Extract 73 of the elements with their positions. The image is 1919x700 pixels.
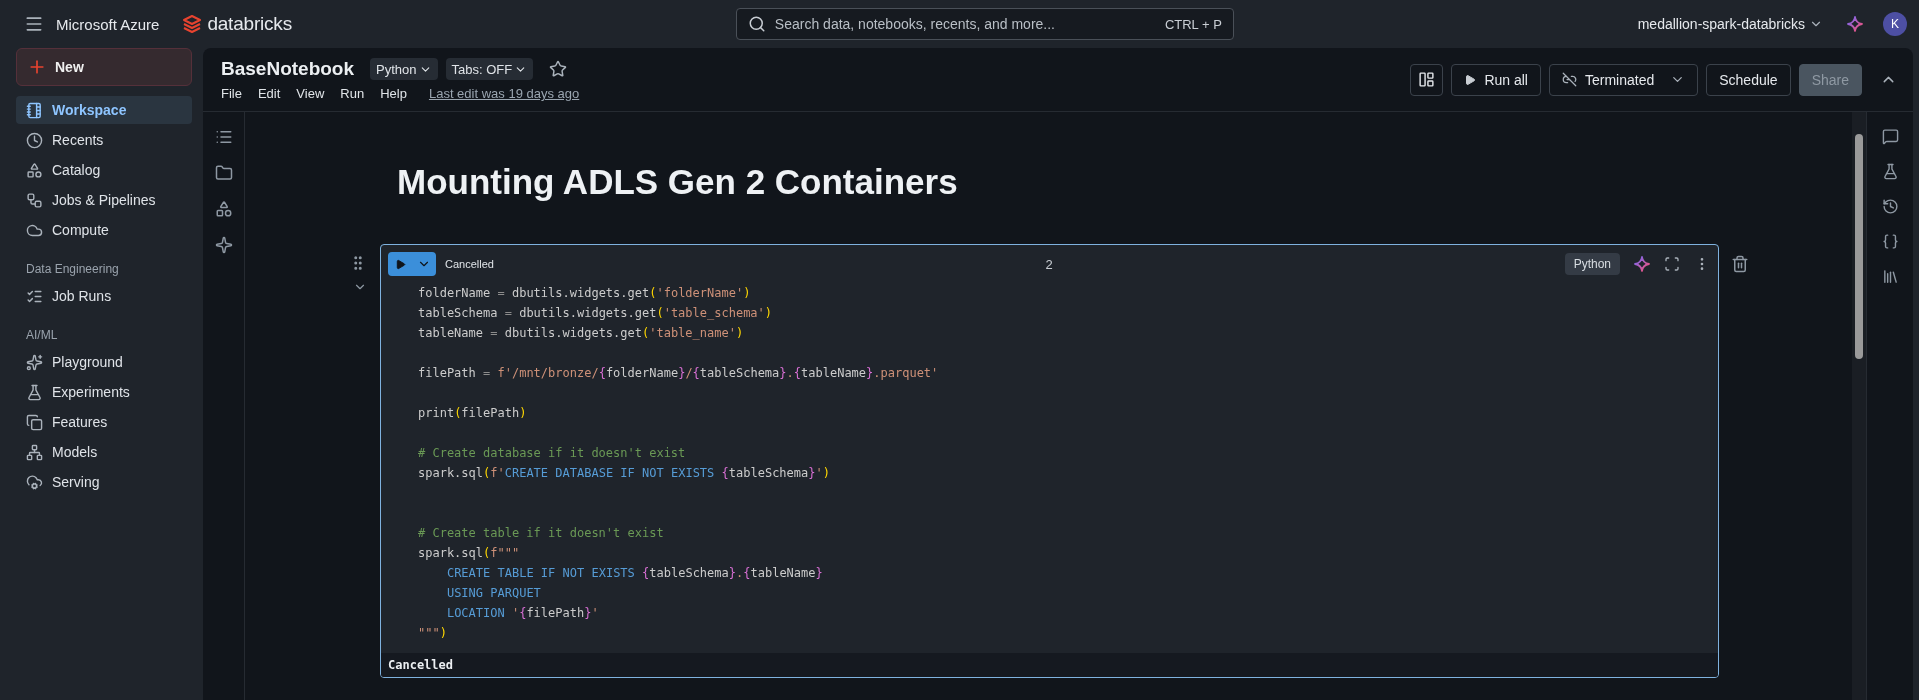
notebook-title[interactable]: BaseNotebook	[221, 58, 355, 80]
workspace-selector[interactable]: medallion-spark-databricks	[1637, 16, 1823, 32]
cell-status: Cancelled	[445, 258, 494, 270]
expand-icon[interactable]	[1664, 256, 1680, 272]
cell-output: Cancelled	[381, 653, 1718, 677]
schedule-button[interactable]: Schedule	[1706, 63, 1791, 96]
cell-language-button[interactable]: Python	[1564, 253, 1620, 275]
run-options-button[interactable]	[412, 252, 436, 276]
play-icon	[394, 258, 406, 270]
code-text[interactable]: folderName = dbutils.widgets.get('folderName') tableSchema = dbutils.widgets.get('table_schema') tableName = dbutils.widgets.get('table_name') filePath = f'/mnt/bronze/{folderName}/{tableSchema}.{tableName}.parquet' print(filePath) # Create database if it doesn't exist spark.sql(f'CREATE DATABASE IF NOT EXISTS {tableSchema}') # Create table if it doesn't exist spark.sql(f""" CREATE TABLE IF NOT EXISTS {tableSchema}.{tableName} USING PARQUET LOCATION '{filePath}' """)	[381, 283, 1718, 653]
tabs-selector[interactable]: Tabs: OFF	[445, 58, 534, 80]
last-edit-link[interactable]: Last edit was 19 days ago	[428, 86, 580, 101]
delete-icon[interactable]	[1731, 255, 1749, 273]
sidebar-item[interactable]: Jobs & Pipelines	[16, 186, 192, 214]
library-icon[interactable]	[1881, 268, 1899, 285]
shapes-icon	[26, 161, 43, 179]
flask-icon	[26, 383, 43, 401]
user-avatar[interactable]: K	[1883, 12, 1907, 36]
language-selector[interactable]: Python	[370, 58, 438, 80]
cell-number: 2	[1045, 256, 1053, 272]
sidebar-item[interactable]: Compute	[16, 216, 192, 244]
menu-item[interactable]: Run	[340, 86, 365, 101]
menu-item[interactable]: View	[296, 86, 325, 101]
product-name: Microsoft Azure	[56, 15, 160, 33]
run-all-button[interactable]: Run all	[1451, 63, 1541, 96]
sidebar-item[interactable]: Workspace	[16, 96, 192, 124]
favorite-button[interactable]	[549, 60, 568, 78]
sidebar-item[interactable]: Models	[16, 438, 192, 466]
run-cell-button[interactable]	[388, 252, 412, 276]
flask-icon[interactable]	[1881, 163, 1899, 180]
history-icon[interactable]	[1881, 198, 1899, 215]
layout-icon	[1418, 71, 1436, 88]
sidebar-item[interactable]: Experiments	[16, 378, 192, 406]
sidebar-item[interactable]: Features	[16, 408, 192, 436]
menu-item[interactable]: Help	[380, 86, 407, 101]
assistant-sparkle-icon[interactable]	[1847, 16, 1863, 32]
search-icon	[747, 15, 766, 33]
braces-icon[interactable]	[1881, 233, 1899, 250]
menu-icon	[24, 14, 44, 34]
notebook-icon	[26, 101, 43, 119]
section-heading: Data Engineering	[26, 262, 120, 276]
sidebar-item[interactable]: Playground	[16, 348, 192, 376]
network-icon	[26, 443, 43, 461]
play-icon	[1464, 73, 1477, 86]
layout-button[interactable]	[1410, 63, 1444, 96]
shapes-icon[interactable]	[214, 200, 233, 218]
unlink-icon	[1562, 72, 1577, 87]
menu-button[interactable]	[24, 14, 44, 34]
clock-icon	[26, 131, 43, 149]
sidebar-item[interactable]: Serving	[16, 468, 192, 496]
section-heading: AI/ML	[26, 328, 59, 342]
layers-logo-icon	[183, 14, 202, 34]
sparkles-icon	[26, 353, 43, 371]
brand-name: databricks	[207, 13, 292, 35]
sidebar-item[interactable]: Recents	[16, 126, 192, 154]
menu-item[interactable]: File	[221, 86, 242, 101]
scrollbar-thumb[interactable]	[1855, 134, 1863, 359]
star-icon	[549, 60, 568, 78]
sidebar-item[interactable]: Catalog	[16, 156, 192, 184]
cell-assistant-sparkle-icon[interactable]	[1634, 256, 1650, 272]
sidebar-item[interactable]: Job Runs	[16, 282, 192, 310]
comment-icon[interactable]	[1881, 128, 1899, 145]
notebook-heading: Mounting ADLS Gen 2 Containers	[397, 162, 959, 202]
list-icon[interactable]	[214, 128, 233, 146]
copy-icon	[26, 413, 43, 431]
workflow-icon	[26, 191, 43, 209]
cloud-gear-icon	[26, 473, 43, 491]
menu-item[interactable]: Edit	[257, 86, 281, 101]
compute-dropdown[interactable]: Terminated	[1549, 63, 1699, 96]
folder-icon[interactable]	[214, 164, 233, 182]
new-button[interactable]: New	[16, 48, 192, 86]
sparkle-icon[interactable]	[214, 236, 233, 254]
keyboard-shortcut: CTRL + P	[1164, 17, 1222, 32]
